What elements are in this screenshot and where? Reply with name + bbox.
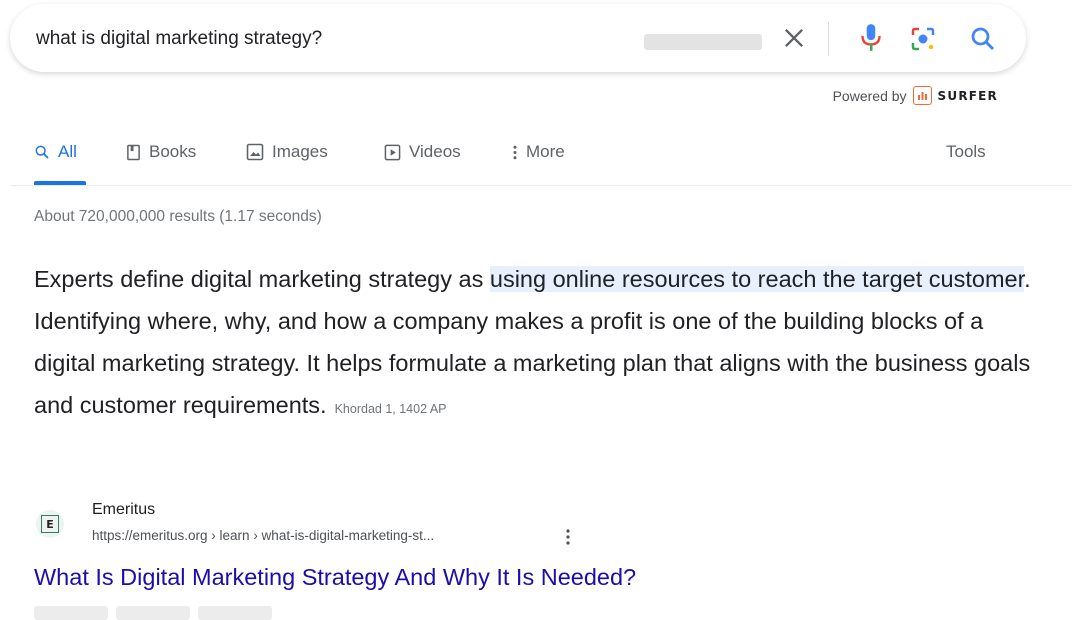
tab-label: Videos [409,142,461,161]
close-icon[interactable] [780,24,808,52]
favicon-letter: E [41,515,59,533]
redacted-region [644,34,762,50]
snippet-text-before: Experts define digital marketing strateg… [34,266,490,292]
featured-snippet: Experts define digital marketing strateg… [34,258,1034,430]
snippet-date: Khordad 1, 1402 AP [334,402,447,416]
tab-label: All [58,142,77,161]
tab-books[interactable]: Books [126,142,196,162]
tab-label: More [526,142,565,161]
tab-videos[interactable]: Videos [384,142,461,162]
tab-images[interactable]: Images [246,142,328,162]
result-site-name[interactable]: Emeritus [92,501,155,519]
result-title-link[interactable]: What Is Digital Marketing Strategy And W… [34,564,636,591]
video-icon [384,144,401,160]
result-chip[interactable] [34,606,108,620]
more-options-icon[interactable] [562,527,574,547]
surfer-logo-icon [912,86,932,105]
snippet-highlight: using online resources to reach the targ… [489,266,1025,292]
search-icon [35,145,49,159]
result-chip[interactable] [116,606,190,620]
tab-label: Books [149,142,197,161]
search-icon[interactable] [968,24,998,54]
surfer-brand: SURFER [937,88,998,103]
tab-more[interactable]: More [512,142,565,162]
tools-button[interactable]: Tools [946,142,986,162]
result-stats: About 720,000,000 results (1.17 seconds) [34,208,322,225]
image-icon [246,143,264,161]
search-tabs: All Books Images Videos More Tools [34,140,1024,186]
result-url[interactable]: https://emeritus.org › learn › what-is-d… [92,528,434,543]
camera-icon[interactable] [908,24,938,54]
tab-all[interactable]: All [34,142,77,162]
result-chip[interactable] [198,606,272,620]
tab-label: Images [272,142,328,161]
search-input[interactable]: what is digital marketing strategy? [36,28,322,50]
tabs-divider [10,185,1072,186]
site-favicon[interactable]: E [36,510,64,538]
powered-by-label: Powered by [832,87,907,104]
microphone-icon[interactable] [858,22,884,54]
more-vert-icon [513,145,517,159]
book-icon [127,144,140,160]
powered-by: Powered by SURFER [833,86,998,105]
search-divider [828,22,829,56]
search-bar: what is digital marketing strategy? [10,4,1026,72]
